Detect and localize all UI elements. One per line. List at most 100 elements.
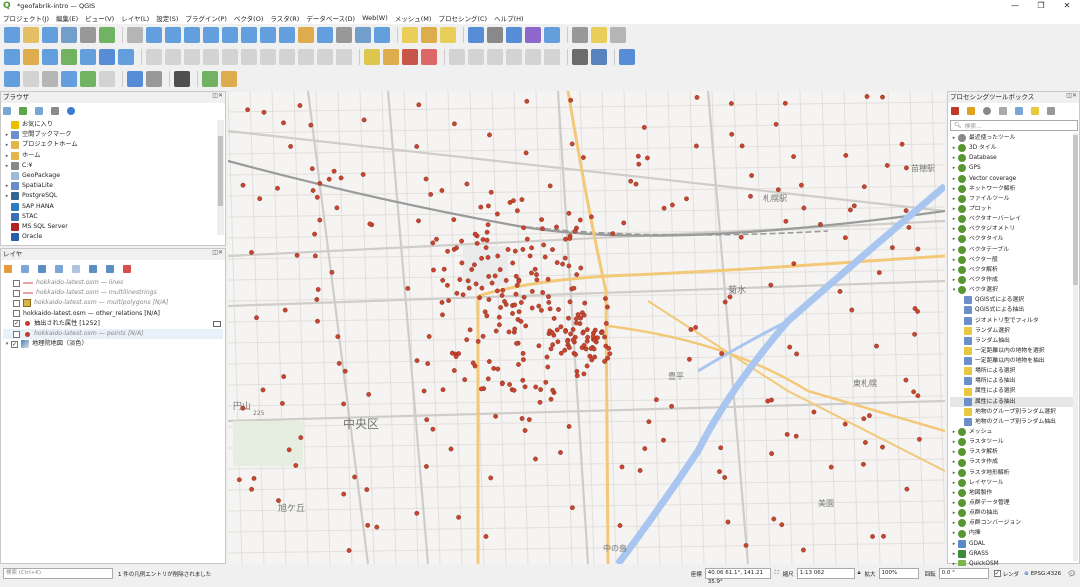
- menu-view[interactable]: ビュー(V): [85, 13, 114, 23]
- panel-close-icon[interactable]: ◫✕: [212, 92, 223, 99]
- options-icon[interactable]: [1047, 107, 1055, 115]
- browser-item[interactable]: ▸ C:¥: [3, 161, 215, 171]
- expand-arrow-icon[interactable]: ▸: [950, 457, 958, 467]
- expand-arrow-icon[interactable]: ▸: [950, 163, 958, 173]
- toolbox-group[interactable]: ▸ GRASS: [950, 549, 1076, 559]
- expand-arrow-icon[interactable]: ▸: [3, 191, 11, 201]
- expand-arrow-icon[interactable]: ▸: [950, 528, 958, 538]
- style-manager-icon[interactable]: [99, 71, 115, 87]
- expand-arrow-icon[interactable]: ▸: [950, 224, 958, 234]
- minimize-button[interactable]: —: [1002, 0, 1028, 12]
- toolbox-group[interactable]: ▸ 内挿: [950, 528, 1076, 538]
- menu-edit[interactable]: 編集(E): [56, 13, 78, 23]
- tips-icon[interactable]: [1031, 107, 1039, 115]
- add-feature-icon[interactable]: [525, 49, 541, 65]
- locator-search-input[interactable]: 検索 (Ctrl+K): [3, 568, 113, 579]
- expand-arrow-icon[interactable]: ▸: [3, 140, 11, 150]
- expand-arrow-icon[interactable]: ▸: [3, 130, 11, 140]
- remove-layer-icon[interactable]: [123, 265, 131, 273]
- python-icon[interactable]: [572, 49, 588, 65]
- layer-visibility-checkbox[interactable]: [13, 279, 20, 287]
- identify-icon[interactable]: [468, 49, 484, 65]
- messages-icon[interactable]: 💬︎: [1067, 570, 1076, 578]
- toolbox-group[interactable]: ▸ 点群データ管理: [950, 498, 1076, 508]
- collapse-icon[interactable]: [51, 107, 59, 115]
- toolbox-group[interactable]: ▸ 最近使ったツール: [950, 133, 1076, 143]
- browser-item[interactable]: ▸ 空間ブックマーク: [3, 130, 215, 140]
- collapse-all-icon[interactable]: [106, 265, 114, 273]
- expand-arrow-icon[interactable]: ▸: [950, 194, 958, 204]
- select-icon[interactable]: [336, 27, 352, 43]
- style-manager-icon[interactable]: [99, 49, 115, 65]
- zoom-last-icon[interactable]: [241, 49, 257, 65]
- browser-item[interactable]: Oracle: [3, 232, 215, 242]
- close-button[interactable]: ✕: [1054, 0, 1080, 12]
- toolbox-group[interactable]: ▸ ラスタ作成: [950, 458, 1076, 468]
- expand-arrow-icon[interactable]: ▸: [950, 488, 958, 498]
- toolbox-algorithm[interactable]: QGIS式による選択: [950, 295, 1076, 305]
- style-manager-icon[interactable]: [99, 27, 115, 43]
- browser-item[interactable]: GeoPackage: [3, 171, 215, 181]
- open-project-icon[interactable]: [619, 49, 635, 65]
- toolbox-group[interactable]: ▸ ラスタ解析: [950, 447, 1076, 457]
- menu-database[interactable]: データベース(D): [306, 13, 355, 23]
- expand-arrow-icon[interactable]: ▸: [950, 549, 958, 559]
- toolbox-group[interactable]: ▸ GPS: [950, 163, 1076, 173]
- style-icon[interactable]: [4, 265, 12, 273]
- zoom-out-icon[interactable]: [174, 71, 190, 87]
- magnifier-field[interactable]: 100%: [878, 568, 919, 579]
- toolbox-group[interactable]: ▸ 点群の抽出: [950, 508, 1076, 518]
- layer-item[interactable]: ▾ ✓ 地理院地図（淡色）: [3, 339, 223, 349]
- menu-help[interactable]: ヘルプ(H): [494, 13, 523, 23]
- layer-visibility-checkbox[interactable]: [13, 289, 20, 297]
- toolbox-scrollbar[interactable]: [1073, 133, 1078, 561]
- models-icon[interactable]: [951, 107, 959, 115]
- print-layout-icon[interactable]: [61, 71, 77, 87]
- toolbox-group[interactable]: ▸ ベクター般: [950, 255, 1076, 265]
- toolbox-algorithm[interactable]: ランダム抽出: [950, 336, 1076, 346]
- expand-arrow-icon[interactable]: ▸: [950, 437, 958, 447]
- expand-arrow-icon[interactable]: ▸: [950, 518, 958, 528]
- label-icon[interactable]: [544, 49, 560, 65]
- expand-arrow-icon[interactable]: ▸: [950, 234, 958, 244]
- new-project-icon[interactable]: [23, 49, 39, 65]
- expand-arrow-icon[interactable]: ▸: [950, 478, 958, 488]
- toolbox-algorithm[interactable]: 一定距離以内の地物を選択: [950, 346, 1076, 356]
- print-layout-icon[interactable]: [61, 49, 77, 65]
- map-svg[interactable]: 中央区円山旭ケ丘札幌駅苗穂駅菊水豊平東札幌美園中の島225: [228, 91, 945, 564]
- add-feature-icon[interactable]: [525, 27, 541, 43]
- toolbox-search-field[interactable]: 🔍︎ 検索...: [950, 120, 1078, 131]
- annotation-icon[interactable]: [449, 49, 465, 65]
- expand-arrow-icon[interactable]: ▸: [3, 161, 11, 171]
- filter-icon[interactable]: [55, 265, 63, 273]
- toolbox-group[interactable]: ▸ 3D タイル: [950, 143, 1076, 153]
- new-bookmark-icon[interactable]: [279, 49, 295, 65]
- browser-item[interactable]: MS SQL Server: [3, 222, 215, 232]
- help-icon[interactable]: [591, 27, 607, 43]
- edit-icon[interactable]: [506, 49, 522, 65]
- zoom-selection-icon[interactable]: [222, 27, 238, 43]
- zoom-next-icon[interactable]: [260, 27, 276, 43]
- expand-arrow-icon[interactable]: ▸: [3, 181, 11, 191]
- expand-arrow-icon[interactable]: ▸: [950, 153, 958, 163]
- label-icon[interactable]: [544, 27, 560, 43]
- browser-scrollbar[interactable]: [217, 120, 224, 235]
- extents-icon[interactable]: ⛶: [775, 570, 779, 577]
- toolbox-algorithm[interactable]: 地物のグループ別ランダム選択: [950, 407, 1076, 417]
- map-canvas[interactable]: 中央区円山旭ケ丘札幌駅苗穂駅菊水豊平東札幌美園中の島225: [228, 91, 945, 564]
- measure-icon[interactable]: [421, 49, 437, 65]
- expand-arrow-icon[interactable]: ▸: [950, 133, 958, 143]
- refresh-icon[interactable]: [317, 27, 333, 43]
- crs-value[interactable]: EPSG:4326: [1031, 571, 1061, 577]
- toolbox-group[interactable]: ▸ プロット: [950, 204, 1076, 214]
- expand-arrow-icon[interactable]: ▸: [950, 468, 958, 478]
- refresh-icon[interactable]: [19, 107, 27, 115]
- edit-features-icon[interactable]: [1015, 107, 1023, 115]
- zoom-last-icon[interactable]: [241, 27, 257, 43]
- panel-close-icon[interactable]: ◫✕: [212, 249, 223, 256]
- expand-arrow-icon[interactable]: ▸: [950, 427, 958, 437]
- deselect-icon[interactable]: [355, 27, 371, 43]
- select-icon[interactable]: [336, 49, 352, 65]
- menu-settings[interactable]: 設定(S): [156, 13, 178, 23]
- expand-arrow-icon[interactable]: ▸: [950, 204, 958, 214]
